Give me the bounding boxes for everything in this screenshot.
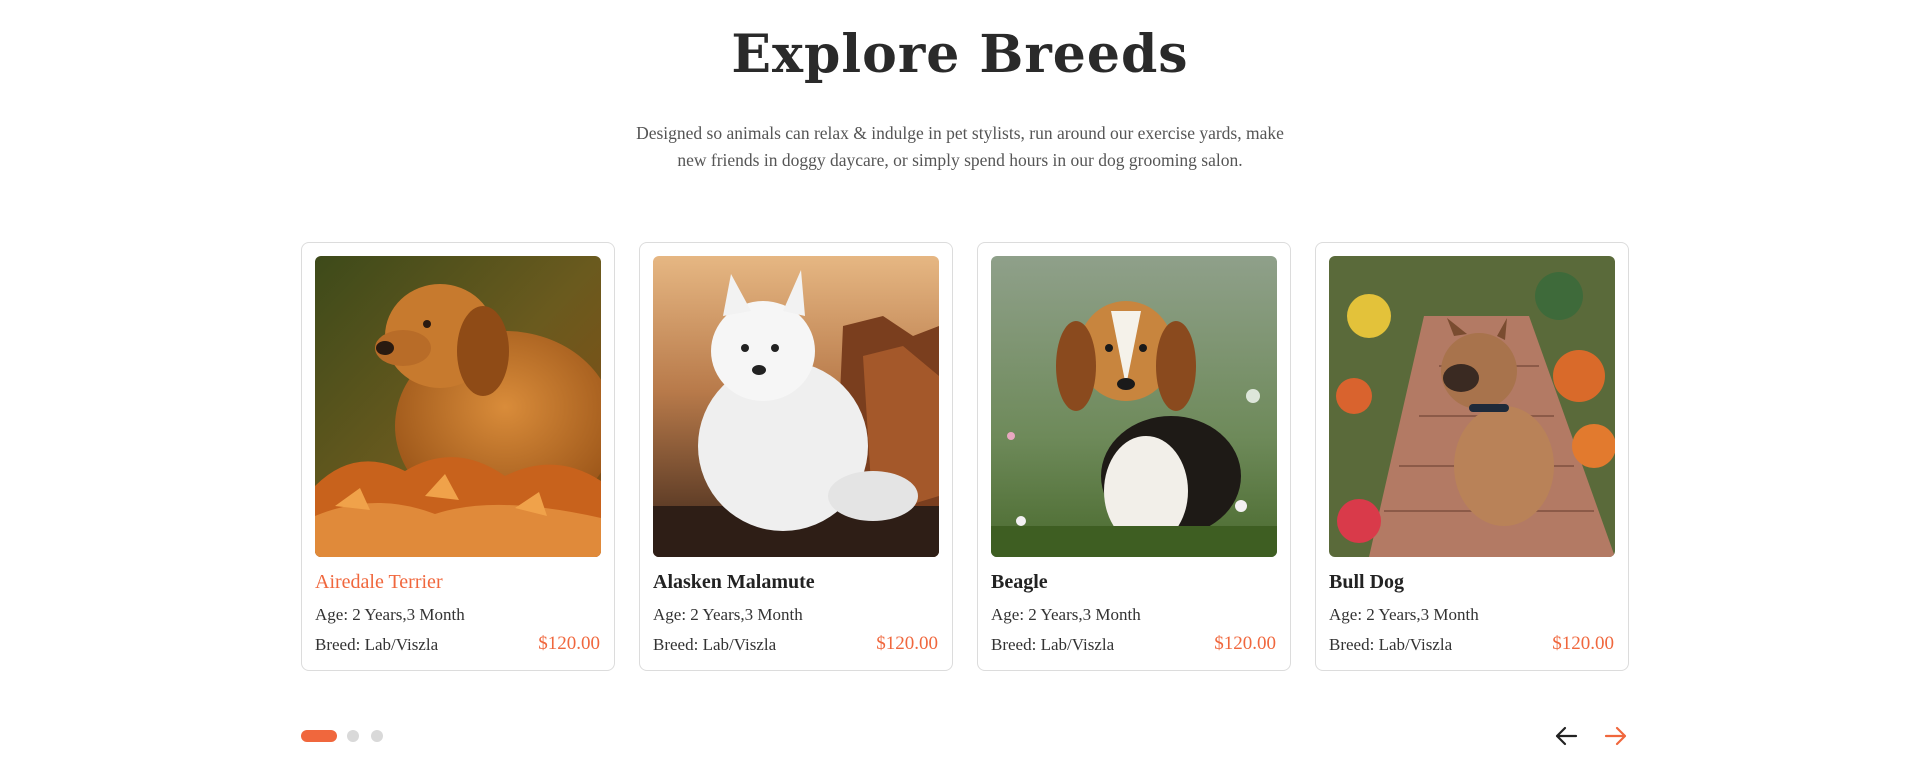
golden-dog-photo[interactable]: [315, 256, 601, 557]
pagination-dot-1[interactable]: [301, 730, 337, 742]
breed-age: Age: 2 Years,3 Month: [315, 605, 465, 624]
subtitle-line-1: Designed so animals can relax & indulge …: [636, 123, 1284, 143]
beagle-in-meadow-image: [991, 256, 1277, 557]
breed-age: Age: 2 Years,3 Month: [1329, 605, 1479, 624]
breed-mix: Breed: Lab/Viszla: [315, 635, 439, 654]
breed-card[interactable]: Alasken Malamute Age: 2 Years,3 Month Br…: [639, 242, 953, 671]
breed-age: Age: 2 Years,3 Month: [991, 605, 1141, 624]
subtitle-line-2: new friends in doggy daycare, or simply …: [677, 150, 1243, 170]
breed-price: $120.00: [876, 633, 938, 654]
carousel-prev-button[interactable]: [1552, 722, 1580, 750]
breed-name[interactable]: Bull Dog: [1329, 571, 1404, 594]
breed-card[interactable]: Bull Dog Age: 2 Years,3 Month Breed: Lab…: [1315, 242, 1629, 671]
breed-name[interactable]: Airedale Terrier: [315, 571, 443, 594]
white-dog-photo[interactable]: [653, 256, 939, 557]
breed-mix: Breed: Lab/Viszla: [653, 635, 777, 654]
breed-card[interactable]: Airedale Terrier Age: 2 Years,3 Month Br…: [301, 242, 615, 671]
bulldog-photo[interactable]: [1329, 256, 1615, 557]
breed-price: $120.00: [1214, 633, 1276, 654]
pagination-dot-3[interactable]: [371, 730, 383, 742]
white-fluffy-dog-image: [653, 256, 939, 557]
breed-mix: Breed: Lab/Viszla: [1329, 635, 1453, 654]
arrow-right-icon: [1604, 726, 1627, 746]
breed-card[interactable]: Beagle Age: 2 Years,3 Month Breed: Lab/V…: [977, 242, 1291, 671]
pagination-dot-2[interactable]: [347, 730, 359, 742]
golden-dog-in-leaves-image: [315, 256, 601, 557]
beagle-photo[interactable]: [991, 256, 1277, 557]
section-subtitle: Designed so animals can relax & indulge …: [610, 120, 1310, 174]
bulldog-on-garden-path-image: [1329, 256, 1615, 557]
breed-mix: Breed: Lab/Viszla: [991, 635, 1115, 654]
carousel-next-button[interactable]: [1602, 722, 1630, 750]
breed-age: Age: 2 Years,3 Month: [653, 605, 803, 624]
section-title: Explore Breeds: [731, 24, 1189, 85]
breed-price: $120.00: [1552, 633, 1614, 654]
breed-name[interactable]: Beagle: [991, 571, 1048, 594]
breed-carousel: Airedale Terrier Age: 2 Years,3 Month Br…: [301, 242, 1631, 671]
breed-name[interactable]: Alasken Malamute: [653, 571, 815, 594]
arrow-left-icon: [1555, 726, 1578, 746]
breed-price: $120.00: [538, 633, 600, 654]
